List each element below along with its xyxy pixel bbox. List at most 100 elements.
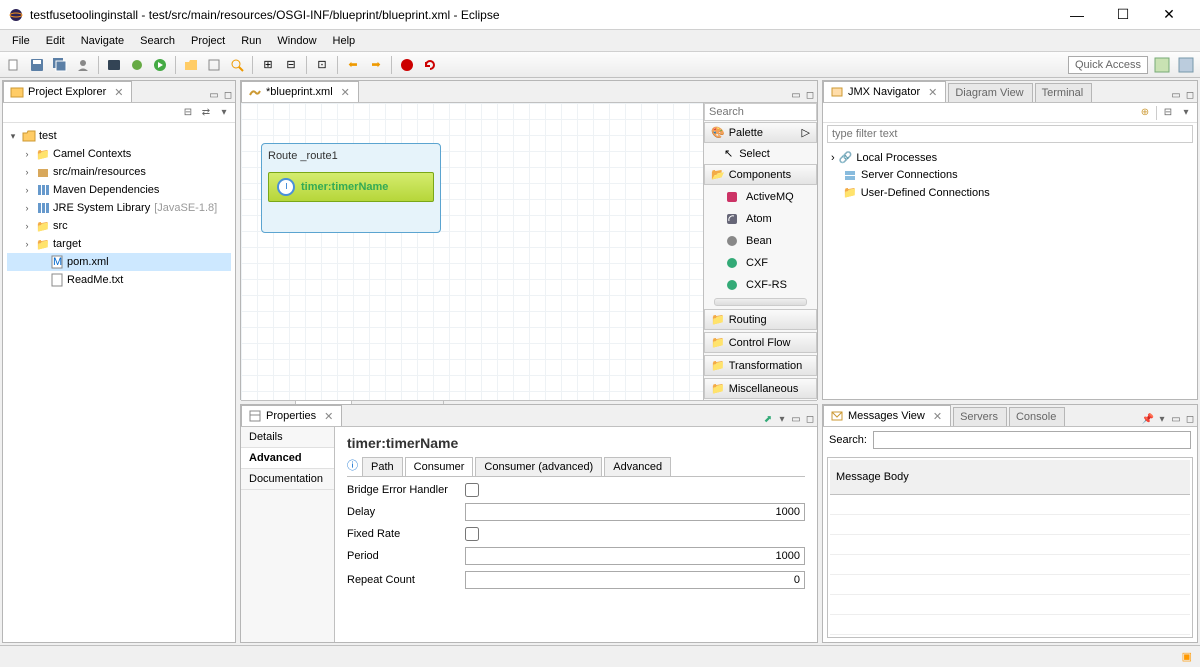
tab-blueprint[interactable]: *blueprint.xml ✕ xyxy=(241,81,359,102)
back-icon[interactable]: ⬅ xyxy=(343,55,363,75)
props-section-documentation[interactable]: Documentation xyxy=(241,469,334,490)
menu-search[interactable]: Search xyxy=(132,33,183,49)
menu-navigate[interactable]: Navigate xyxy=(73,33,132,49)
auto-layout-icon[interactable]: ⊡ xyxy=(312,55,332,75)
palette-item-cxfrs[interactable]: CXF-RS xyxy=(704,274,817,296)
view-menu-icon[interactable]: ▾ xyxy=(1155,412,1169,426)
props-section-advanced[interactable]: Advanced xyxy=(241,448,334,469)
new-icon[interactable] xyxy=(4,55,24,75)
minimize-pane-icon[interactable]: ▭ xyxy=(1169,88,1183,102)
palette-title-bar[interactable]: 🎨Palette▷ xyxy=(704,122,817,143)
menu-edit[interactable]: Edit xyxy=(38,33,73,49)
minimize-button[interactable]: — xyxy=(1054,0,1100,30)
palette-drawer-transformation[interactable]: 📁Transformation xyxy=(704,355,817,376)
palette-drawer-components[interactable]: 📂Components xyxy=(704,164,817,185)
minimize-pane-icon[interactable]: ▭ xyxy=(1169,412,1183,426)
open-type-icon[interactable] xyxy=(204,55,224,75)
layout-icon[interactable]: ⊟ xyxy=(281,55,301,75)
maximize-pane-icon[interactable]: ◻ xyxy=(1183,88,1197,102)
project-tree[interactable]: ▾test ›📁Camel Contexts ›src/main/resourc… xyxy=(3,123,235,642)
run-icon[interactable] xyxy=(150,55,170,75)
route-canvas[interactable]: Route _route1 timer:timerName xyxy=(241,103,703,400)
messages-table[interactable]: Message Body xyxy=(827,457,1193,638)
messages-col-header[interactable]: Message Body xyxy=(830,460,1190,495)
view-menu-icon[interactable]: ▾ xyxy=(1179,106,1193,120)
save-icon[interactable] xyxy=(27,55,47,75)
tree-item[interactable]: src/main/resources xyxy=(53,166,146,178)
tab-properties[interactable]: Properties ✕ xyxy=(241,405,342,426)
palette-item-atom[interactable]: Atom xyxy=(704,208,817,230)
palette-search[interactable] xyxy=(704,103,817,121)
timer-node[interactable]: timer:timerName xyxy=(268,172,434,202)
menu-run[interactable]: Run xyxy=(233,33,269,49)
link-editor-icon[interactable]: ⇄ xyxy=(199,106,213,120)
subtab-consumer[interactable]: Consumer xyxy=(405,457,474,476)
props-section-details[interactable]: Details xyxy=(241,427,334,448)
collapse-all-icon[interactable]: ⊟ xyxy=(1161,106,1175,120)
palette-select-tool[interactable]: ↖Select xyxy=(704,144,817,163)
close-tab-icon[interactable]: ✕ xyxy=(933,410,942,423)
palette-scrollbar[interactable] xyxy=(714,298,807,306)
tab-console[interactable]: Console xyxy=(1009,407,1065,426)
tree-item[interactable]: JRE System Library xyxy=(53,202,150,214)
tab-terminal[interactable]: Terminal xyxy=(1035,83,1093,102)
menu-window[interactable]: Window xyxy=(269,33,324,49)
perspective-jee-icon[interactable] xyxy=(1176,55,1196,75)
tree-item[interactable]: target xyxy=(53,238,81,250)
tree-item[interactable]: ReadMe.txt xyxy=(67,274,123,286)
minimize-pane-icon[interactable]: ▭ xyxy=(789,88,803,102)
menu-project[interactable]: Project xyxy=(183,33,233,49)
palette-item-activemq[interactable]: ActiveMQ xyxy=(704,186,817,208)
subtab-advanced[interactable]: Advanced xyxy=(604,457,671,476)
save-all-icon[interactable] xyxy=(50,55,70,75)
new-folder-icon[interactable] xyxy=(181,55,201,75)
refresh-icon[interactable] xyxy=(420,55,440,75)
palette-drawer-routing[interactable]: 📁Routing xyxy=(704,309,817,330)
input-delay[interactable] xyxy=(465,503,805,521)
palette-drawer-misc[interactable]: 📁Miscellaneous xyxy=(704,378,817,399)
collapse-all-icon[interactable]: ⊟ xyxy=(181,106,195,120)
tab-servers[interactable]: Servers xyxy=(953,407,1007,426)
add-server-icon[interactable]: ⊕ xyxy=(1138,106,1152,120)
close-tab-icon[interactable]: ✕ xyxy=(114,86,123,99)
tree-project-root[interactable]: test xyxy=(39,130,57,142)
maximize-button[interactable]: ☐ xyxy=(1100,0,1146,30)
jmx-item-user[interactable]: 📁User-Defined Connections xyxy=(827,184,1193,201)
view-menu-icon[interactable]: ▾ xyxy=(775,412,789,426)
new-tab-icon[interactable]: ⬈ xyxy=(761,412,775,426)
jmx-item-server[interactable]: Server Connections xyxy=(827,166,1193,184)
route-container[interactable]: Route _route1 timer:timerName xyxy=(261,143,441,233)
input-repeat-count[interactable] xyxy=(465,571,805,589)
tab-messages-view[interactable]: Messages View ✕ xyxy=(823,405,951,426)
rss-icon[interactable]: ▣ xyxy=(1182,650,1192,663)
view-menu-icon[interactable]: ▾ xyxy=(217,106,231,120)
tab-project-explorer[interactable]: Project Explorer ✕ xyxy=(3,81,132,102)
tree-item[interactable]: src xyxy=(53,220,68,232)
jmx-item-local[interactable]: ›🔗Local Processes xyxy=(827,149,1193,166)
menu-help[interactable]: Help xyxy=(325,33,364,49)
search-icon[interactable] xyxy=(227,55,247,75)
menu-file[interactable]: File xyxy=(4,33,38,49)
maximize-pane-icon[interactable]: ◻ xyxy=(221,88,235,102)
close-tab-icon[interactable]: ✕ xyxy=(928,86,937,99)
maximize-pane-icon[interactable]: ◻ xyxy=(803,412,817,426)
input-period[interactable] xyxy=(465,547,805,565)
maximize-pane-icon[interactable]: ◻ xyxy=(803,88,817,102)
toggle-auto-layout-icon[interactable]: ⊞ xyxy=(258,55,278,75)
quick-access-field[interactable]: Quick Access xyxy=(1068,56,1148,74)
messages-search-input[interactable] xyxy=(873,431,1191,449)
tree-item[interactable]: Camel Contexts xyxy=(53,148,131,160)
subtab-path[interactable]: Path xyxy=(362,457,403,476)
minimize-pane-icon[interactable]: ▭ xyxy=(207,88,221,102)
palette-item-bean[interactable]: Bean xyxy=(704,230,817,252)
palette-item-cxf[interactable]: CXF xyxy=(704,252,817,274)
debug-icon[interactable] xyxy=(127,55,147,75)
maximize-pane-icon[interactable]: ◻ xyxy=(1183,412,1197,426)
close-tab-icon[interactable]: ✕ xyxy=(341,86,350,99)
checkbox-fixed-rate[interactable] xyxy=(465,527,479,541)
tab-jmx-navigator[interactable]: JMX Navigator ✕ xyxy=(823,81,946,102)
user-icon[interactable] xyxy=(73,55,93,75)
jboss-icon[interactable] xyxy=(397,55,417,75)
close-button[interactable]: ✕ xyxy=(1146,0,1192,30)
palette-drawer-controlflow[interactable]: 📁Control Flow xyxy=(704,332,817,353)
